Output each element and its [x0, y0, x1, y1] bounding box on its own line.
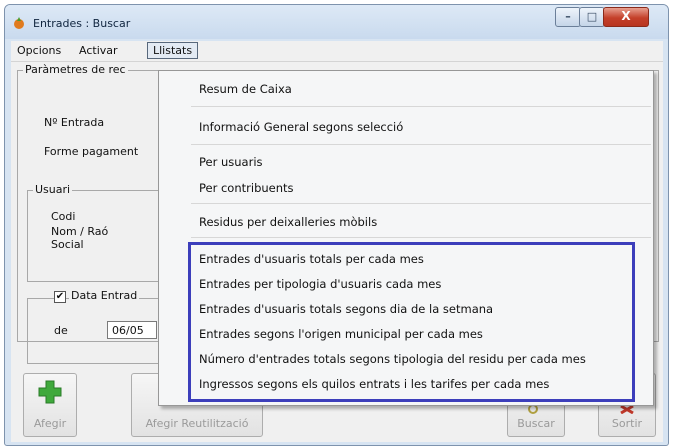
llistats-dropdown-menu: Resum de Caixa Informació General segons…	[158, 70, 654, 406]
menu-item-entrades-dia-setmana[interactable]: Entrades d'usuaris totals segons dia de …	[199, 302, 493, 316]
menu-bar: Opcions Activar Llistats	[11, 41, 663, 62]
menu-item-ingressos-quilos-tarifes[interactable]: Ingressos segons els quilos entrats i le…	[199, 377, 549, 391]
entrada-label: Nº Entrada	[44, 116, 105, 129]
menu-item-entrades-origen-municipal[interactable]: Entrades segons l'origen municipal per c…	[199, 327, 483, 341]
minimize-icon: –	[565, 10, 571, 23]
form-area: Paràmetres de rec Nº Entrada Forme pagam…	[11, 62, 663, 442]
recycle-app-icon	[14, 17, 24, 29]
menu-separator	[191, 203, 651, 204]
menu-activar[interactable]: Activar	[79, 44, 118, 57]
params-legend: Paràmetres de rec	[23, 63, 128, 76]
window-title: Entrades : Buscar	[33, 17, 131, 30]
sortir-label: Sortir	[611, 417, 643, 430]
forma-pagament-label: Forme pagament	[44, 145, 139, 158]
de-label: de	[54, 324, 68, 337]
afegir-reutilitzacio-label: Afegir Reutilització	[145, 417, 249, 430]
usuari-legend: Usuari	[33, 183, 73, 196]
social-label: Social	[51, 238, 84, 251]
menu-item-resum-caixa[interactable]: Resum de Caixa	[199, 82, 292, 96]
minimize-button[interactable]: –	[555, 7, 581, 27]
plus-icon	[38, 380, 62, 404]
maximize-icon: □	[586, 10, 598, 23]
data-checkbox[interactable]: ✔	[54, 291, 66, 303]
date-from-input[interactable]: 06/05	[107, 321, 157, 339]
app-window: Entrades : Buscar – □ X Opcions Activar …	[4, 4, 669, 446]
afegir-button[interactable]: Afegir	[23, 373, 77, 437]
data-entrada-label: Data Entrad	[69, 289, 140, 302]
maximize-button[interactable]: □	[579, 7, 605, 27]
menu-item-per-contribuents[interactable]: Per contribuents	[199, 181, 294, 195]
menu-item-informacio-general[interactable]: Informació General segons selecció	[199, 120, 403, 134]
buscar-label: Buscar	[517, 417, 555, 430]
menu-item-entrades-tipologia-mes[interactable]: Entrades per tipologia d'usuaris cada me…	[199, 277, 441, 291]
menu-item-residus-deixalleries[interactable]: Residus per deixalleries mòbils	[199, 215, 377, 229]
menu-separator	[191, 144, 651, 145]
close-icon: X	[621, 9, 631, 23]
codi-label: Codi	[51, 210, 76, 223]
menu-item-entrades-usuaris-mes[interactable]: Entrades d'usuaris totals per cada mes	[199, 252, 424, 266]
nom-label: Nom / Raó	[51, 225, 109, 238]
title-bar[interactable]: Entrades : Buscar – □ X	[5, 5, 668, 39]
menu-item-per-usuaris[interactable]: Per usuaris	[199, 155, 263, 169]
menu-opcions[interactable]: Opcions	[17, 44, 61, 57]
menu-item-numero-entrades-residu[interactable]: Número d'entrades totals segons tipologi…	[199, 352, 586, 366]
close-button[interactable]: X	[603, 7, 649, 27]
menu-separator	[191, 237, 651, 238]
menu-llistats[interactable]: Llistats	[147, 42, 199, 59]
afegir-label: Afegir	[33, 417, 67, 430]
menu-separator	[191, 106, 651, 107]
